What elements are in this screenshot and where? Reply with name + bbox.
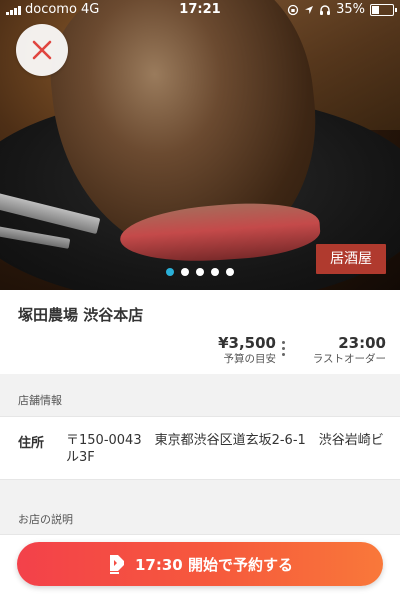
status-bar: docomo 4G 17:21 35% (0, 0, 400, 20)
store-info-heading: 店舗情報 (18, 394, 62, 407)
reserve-icon (110, 555, 124, 574)
carousel-dot[interactable] (196, 268, 204, 276)
close-button[interactable] (16, 24, 68, 76)
last-order-stat: 23:00 ラストオーダー (313, 334, 386, 366)
reserve-button[interactable]: 17:30 開始で予約する (17, 542, 383, 586)
budget-value: ¥3,500 (218, 334, 276, 352)
battery-percent: 35% (336, 2, 365, 17)
address-label: 住所 (18, 436, 45, 451)
location-icon (305, 6, 314, 14)
budget-label: 予算の目安 (223, 353, 277, 365)
last-order-value: 23:00 (338, 334, 386, 352)
address-row[interactable]: 住所 〒150-0043 東京都渋谷区道玄坂2-6-1 渋谷岩崎ビル3F (0, 416, 400, 480)
more-options-icon (282, 341, 286, 356)
carousel-dot[interactable] (226, 268, 234, 276)
carousel-dot[interactable] (211, 268, 219, 276)
reserve-button-label: 17:30 開始で予約する (135, 555, 293, 574)
description-heading: お店の説明 (18, 513, 73, 526)
last-order-label: ラストオーダー (312, 353, 386, 365)
lock-rotation-icon (287, 4, 299, 16)
carousel-dot[interactable] (181, 268, 189, 276)
headphones-icon (320, 5, 331, 15)
carousel-indicator[interactable] (0, 268, 400, 276)
shop-summary-card: 塚田農場 渋谷本店 ¥3,500 予算の目安 23:00 ラストオーダー (0, 290, 400, 374)
carousel-dot[interactable] (166, 268, 174, 276)
close-icon (32, 40, 52, 60)
address-value: 〒150-0043 東京都渋谷区道玄坂2-6-1 渋谷岩崎ビル3F (66, 433, 384, 465)
shop-name: 塚田農場 渋谷本店 (18, 306, 144, 324)
budget-stat: ¥3,500 予算の目安 (218, 334, 276, 366)
battery-icon (370, 4, 397, 16)
